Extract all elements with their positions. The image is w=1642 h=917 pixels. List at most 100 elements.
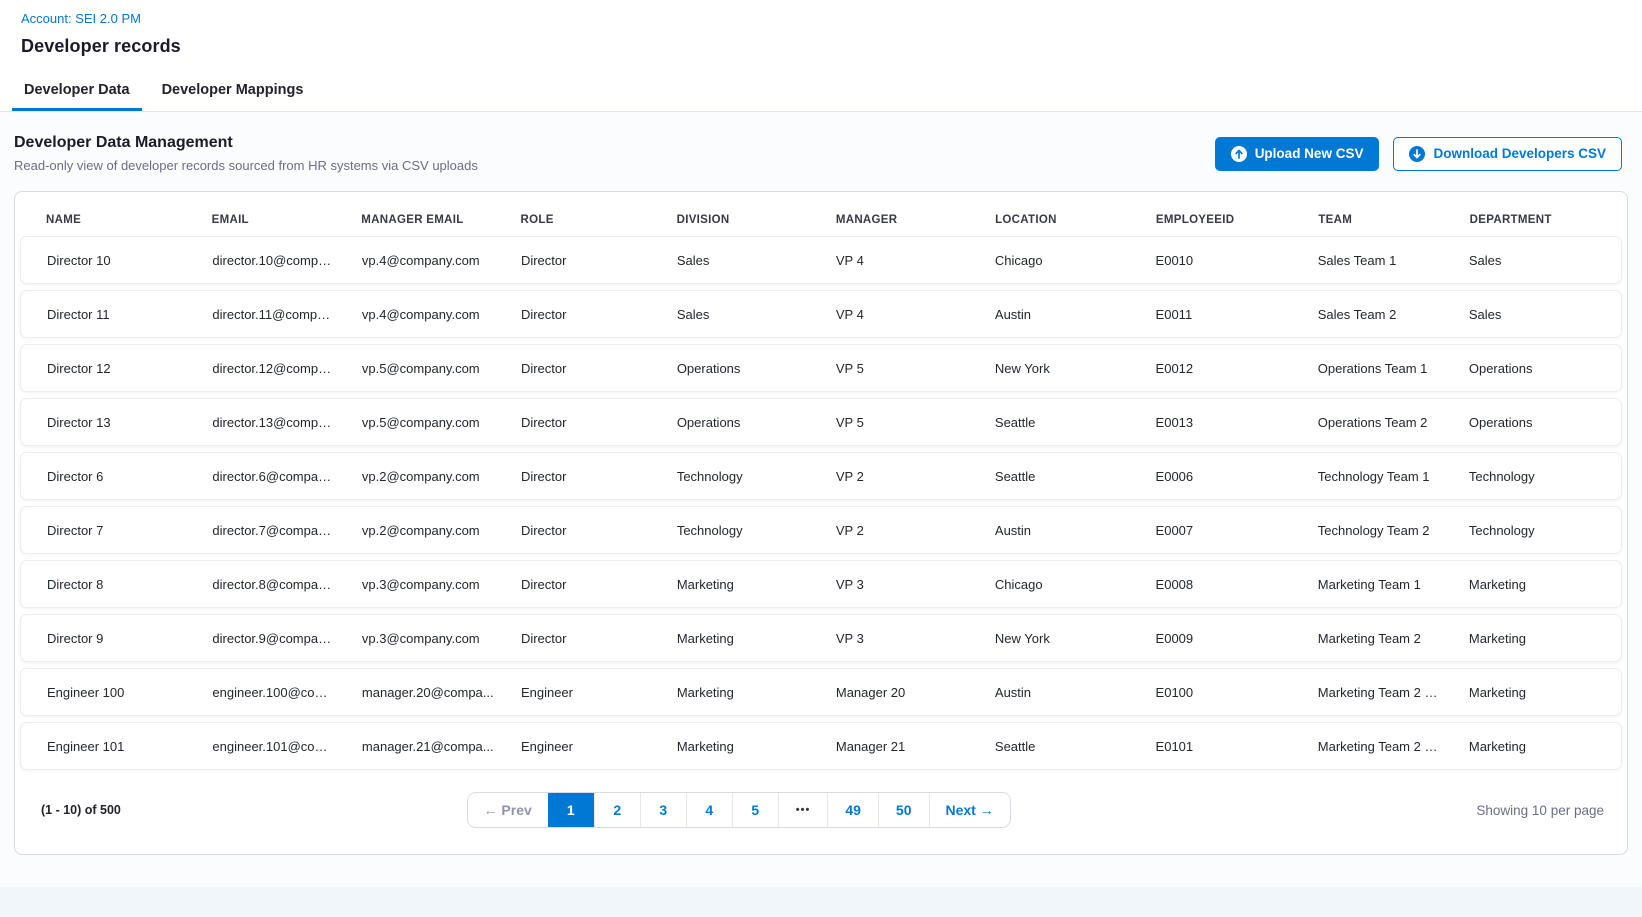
cell-location: Seattle	[969, 415, 1130, 430]
cell-role: Engineer	[495, 685, 651, 700]
cell-manager-email: vp.3@company.com	[336, 631, 495, 646]
cell-name: Director 9	[21, 631, 186, 646]
page-button-1[interactable]: 1	[548, 793, 594, 827]
cell-employeeid: E0012	[1130, 361, 1292, 376]
cell-department: Marketing	[1443, 577, 1621, 592]
page-button-4[interactable]: 4	[686, 793, 732, 827]
cell-department: Technology	[1443, 469, 1621, 484]
cell-manager-email: vp.5@company.com	[336, 415, 495, 430]
table-row: Director 11director.11@compan...vp.4@com…	[20, 290, 1622, 338]
cell-name: Director 11	[21, 307, 186, 322]
cell-email: director.7@company....	[186, 523, 336, 538]
section-title: Developer Data Management	[14, 134, 478, 152]
next-page-button[interactable]: Next →	[929, 793, 1010, 827]
page-button-2[interactable]: 2	[594, 793, 640, 827]
table-row: Engineer 101engineer.101@comp...manager.…	[20, 722, 1622, 770]
cell-manager-email: vp.5@company.com	[336, 361, 495, 376]
upload-new-csv-button[interactable]: Upload New CSV	[1215, 137, 1380, 171]
cell-division: Sales	[651, 253, 810, 268]
column-header-team: TEAM	[1292, 214, 1443, 226]
cell-email: director.12@compan...	[186, 361, 336, 376]
download-developers-csv-button[interactable]: Download Developers CSV	[1393, 137, 1622, 171]
cell-name: Director 13	[21, 415, 186, 430]
cell-location: New York	[969, 361, 1130, 376]
cell-department: Technology	[1443, 523, 1621, 538]
cell-department: Marketing	[1443, 739, 1621, 754]
cell-manager-email: vp.4@company.com	[336, 253, 495, 268]
cell-division: Marketing	[651, 631, 810, 646]
cell-location: Austin	[969, 523, 1130, 538]
cell-email: engineer.101@comp...	[186, 739, 336, 754]
cell-location: New York	[969, 631, 1130, 646]
column-header-email: EMAIL	[186, 214, 336, 226]
cell-manager: Manager 21	[810, 739, 969, 754]
tab-developer-data[interactable]: Developer Data	[12, 69, 142, 111]
cell-department: Sales	[1443, 253, 1621, 268]
cell-manager: Manager 20	[810, 685, 969, 700]
cell-email: engineer.100@comp...	[186, 685, 336, 700]
cell-name: Director 6	[21, 469, 186, 484]
cell-department: Marketing	[1443, 685, 1621, 700]
cell-role: Director	[495, 469, 651, 484]
cell-division: Marketing	[651, 685, 810, 700]
cell-role: Director	[495, 415, 651, 430]
arrow-left-icon: ←	[484, 802, 498, 818]
table-row: Director 8director.8@company....vp.3@com…	[20, 560, 1622, 608]
upload-button-label: Upload New CSV	[1255, 146, 1364, 161]
cell-role: Director	[495, 577, 651, 592]
cell-email: director.9@company....	[186, 631, 336, 646]
table-header: NAMEEMAILMANAGER EMAILROLEDIVISIONMANAGE…	[20, 202, 1622, 236]
prev-page-button[interactable]: ← Prev	[468, 793, 548, 827]
cell-manager: VP 5	[810, 361, 969, 376]
cell-team: Marketing Team 2 Su...	[1292, 739, 1443, 754]
cell-manager: VP 5	[810, 415, 969, 430]
table-row: Director 7director.7@company....vp.2@com…	[20, 506, 1622, 554]
section-actions: Upload New CSV Download Developers CSV	[1215, 137, 1622, 171]
page-button-50[interactable]: 50	[878, 793, 929, 827]
cell-location: Seattle	[969, 469, 1130, 484]
column-header-manager-email: MANAGER EMAIL	[335, 214, 494, 226]
cell-manager: VP 2	[810, 469, 969, 484]
next-label: Next	[946, 802, 976, 818]
circle-arrow-up-icon	[1231, 146, 1247, 162]
prev-label: Prev	[501, 802, 531, 818]
table-row: Director 13director.13@compan...vp.5@com…	[20, 398, 1622, 446]
cell-manager-email: vp.2@company.com	[336, 469, 495, 484]
download-button-label: Download Developers CSV	[1433, 146, 1606, 161]
cell-department: Operations	[1443, 361, 1621, 376]
cell-manager-email: manager.20@compa...	[336, 685, 495, 700]
cell-role: Director	[495, 523, 651, 538]
pagination-pages: 12345•••4950	[548, 793, 929, 827]
cell-name: Director 8	[21, 577, 186, 592]
page-button-3[interactable]: 3	[640, 793, 686, 827]
cell-email: director.10@compan...	[186, 253, 336, 268]
cell-division: Operations	[651, 361, 810, 376]
cell-role: Engineer	[495, 739, 651, 754]
developer-table-card: NAMEEMAILMANAGER EMAILROLEDIVISIONMANAGE…	[14, 191, 1628, 855]
column-header-manager: MANAGER	[810, 214, 969, 226]
cell-manager: VP 3	[810, 577, 969, 592]
cell-manager-email: vp.2@company.com	[336, 523, 495, 538]
cell-manager-email: vp.4@company.com	[336, 307, 495, 322]
cell-location: Austin	[969, 307, 1130, 322]
per-page-text: Showing 10 per page	[1476, 803, 1604, 818]
table-row: Director 10director.10@compan...vp.4@com…	[20, 236, 1622, 284]
table-footer: (1 - 10) of 500 ← Prev 12345•••4950 Next…	[20, 792, 1622, 828]
tab-developer-mappings[interactable]: Developer Mappings	[150, 69, 316, 111]
result-range-text: (1 - 10) of 500	[41, 803, 121, 817]
cell-division: Marketing	[651, 739, 810, 754]
tab-bar: Developer Data Developer Mappings	[0, 69, 1642, 112]
cell-team: Marketing Team 2 Su...	[1292, 685, 1443, 700]
page-button-5[interactable]: 5	[732, 793, 778, 827]
account-breadcrumb-link[interactable]: Account: SEI 2.0 PM	[21, 11, 141, 26]
page-button-49[interactable]: 49	[827, 793, 878, 827]
cell-manager-email: manager.21@compa...	[336, 739, 495, 754]
cell-department: Operations	[1443, 415, 1621, 430]
cell-team: Operations Team 1	[1292, 361, 1443, 376]
pagination: ← Prev 12345•••4950 Next →	[467, 792, 1011, 828]
cell-email: director.13@compan...	[186, 415, 336, 430]
cell-employeeid: E0006	[1130, 469, 1292, 484]
column-header-employeeid: EMPLOYEEID	[1130, 214, 1292, 226]
cell-team: Operations Team 2	[1292, 415, 1443, 430]
top-header: Account: SEI 2.0 PM Developer records	[0, 0, 1642, 69]
